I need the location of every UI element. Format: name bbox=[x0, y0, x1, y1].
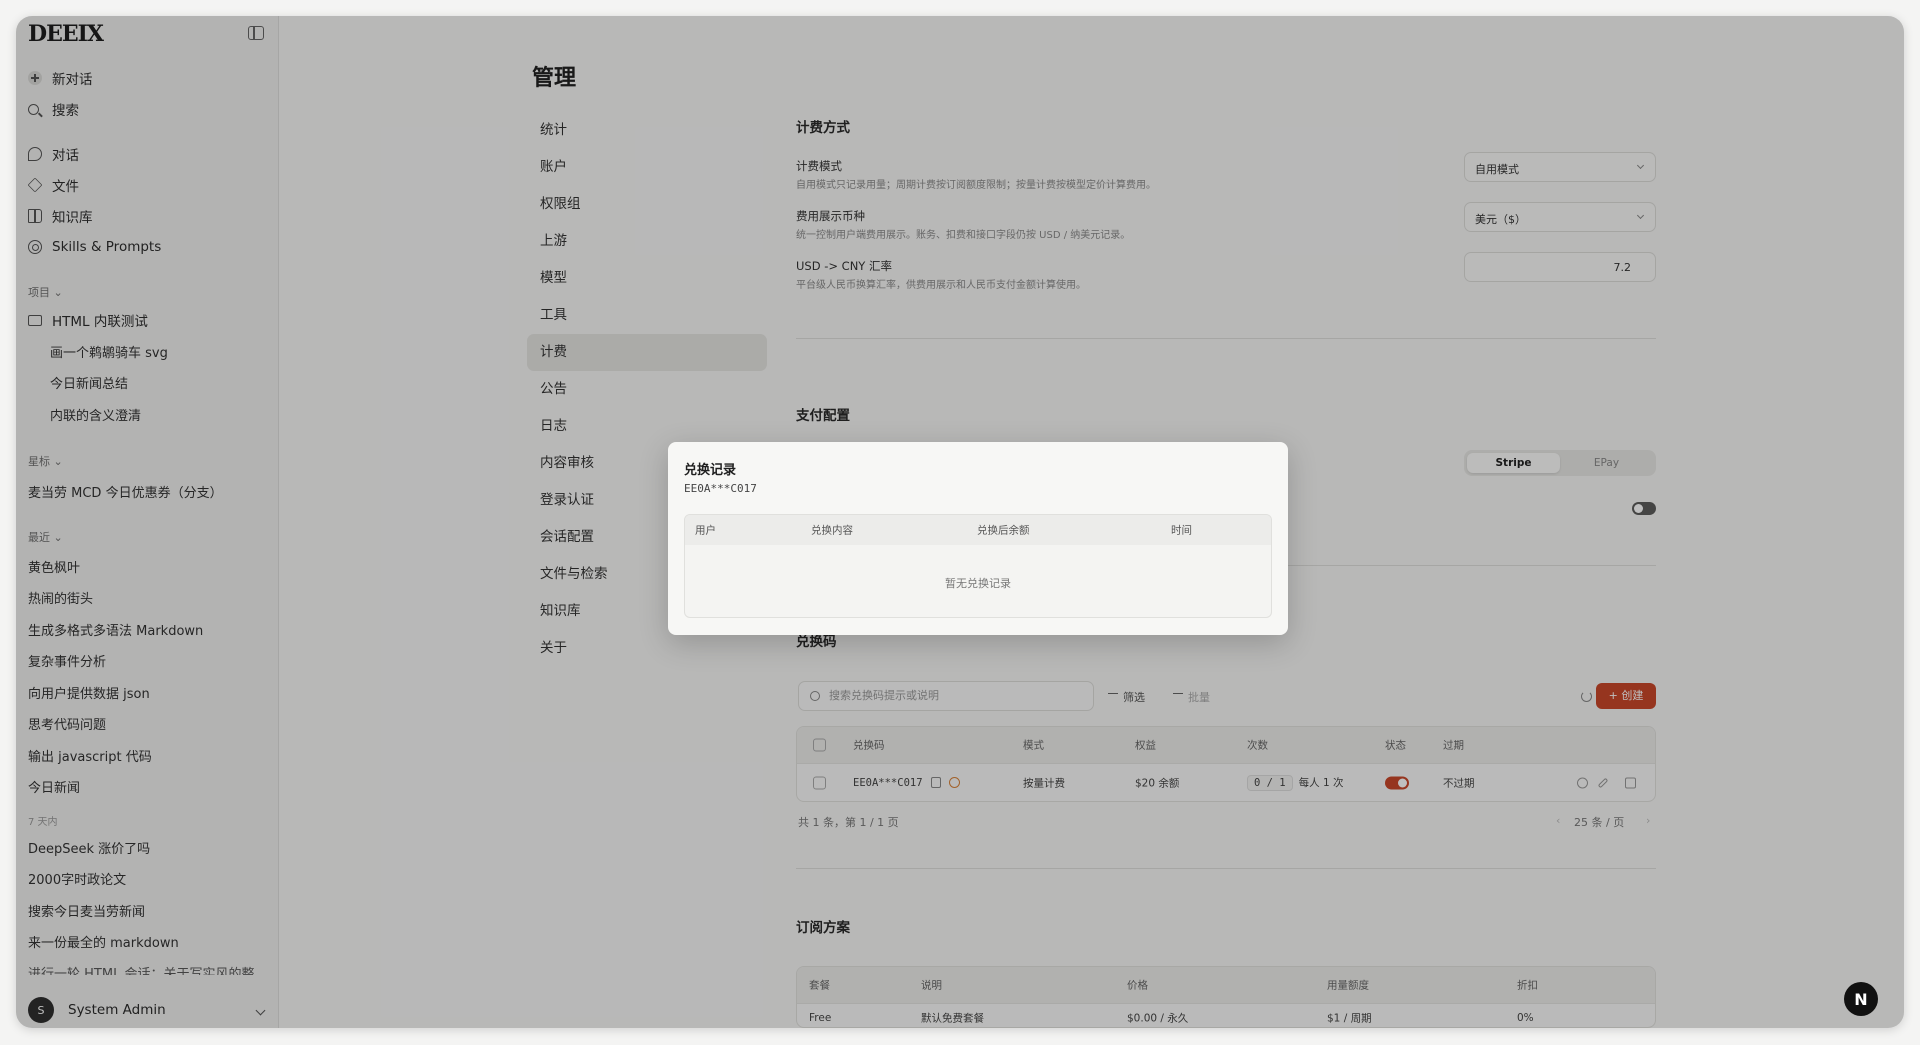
n-logo-badge[interactable]: N bbox=[1844, 982, 1878, 1016]
column-header: 兑换内容 bbox=[811, 524, 853, 537]
app-window: DEEIX 新对话 搜索 对话 文件 知识库 Skills & Prompts … bbox=[16, 16, 1904, 1028]
column-header: 兑换后余额 bbox=[977, 524, 1030, 537]
table-header: 用户 兑换内容 兑换后余额 时间 bbox=[685, 515, 1271, 545]
column-header: 时间 bbox=[1171, 524, 1192, 537]
column-header: 用户 bbox=[695, 524, 716, 537]
redeem-history-table: 用户 兑换内容 兑换后余额 时间 暂无兑换记录 bbox=[684, 514, 1272, 618]
empty-state: 暂无兑换记录 bbox=[945, 577, 1011, 590]
dialog-code: EE0A***C017 bbox=[684, 482, 757, 495]
redeem-history-dialog: 兑换记录 EE0A***C017 用户 兑换内容 兑换后余额 时间 暂无兑换记录 bbox=[668, 442, 1288, 635]
dialog-title: 兑换记录 bbox=[684, 463, 737, 478]
